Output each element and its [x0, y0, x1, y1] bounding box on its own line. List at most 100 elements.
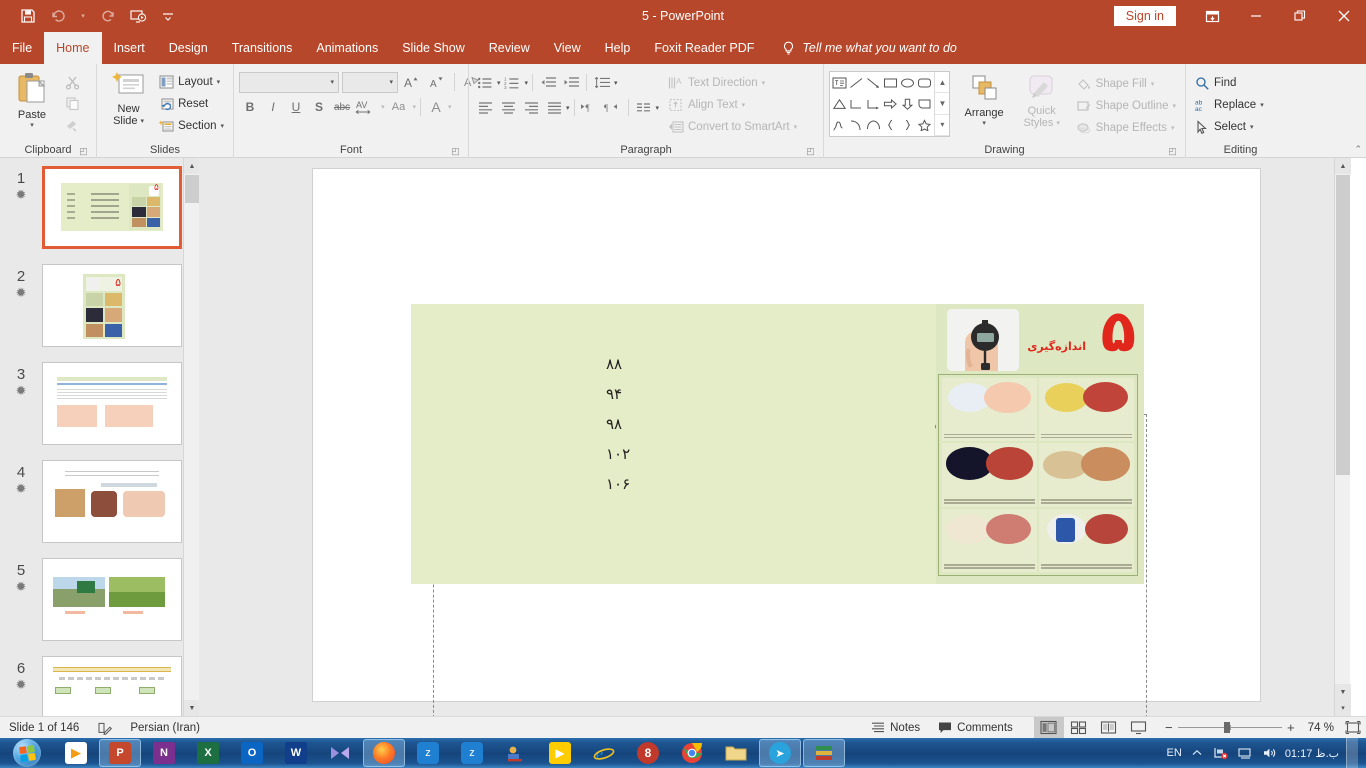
character-spacing-button[interactable]: AV: [354, 96, 380, 118]
action-center-icon[interactable]: [1237, 745, 1254, 762]
columns-button[interactable]: [633, 97, 655, 118]
minimize-button[interactable]: [1234, 0, 1278, 32]
shapes-scroll-down-icon[interactable]: ▼: [935, 93, 950, 115]
shape-elbow-connector-icon[interactable]: [848, 94, 865, 115]
shape-arc-icon[interactable]: [865, 114, 882, 135]
italic-button[interactable]: I: [262, 96, 284, 118]
shape-fill-dropdown-icon[interactable]: ▾: [1151, 80, 1155, 88]
slide-content-image[interactable]: طول و سطح ۸۸ حجم و جرم ۹۴ مساحت دایره ۹۸: [411, 302, 1144, 584]
taskbar-nist[interactable]: [495, 739, 537, 767]
align-left-button[interactable]: [474, 97, 496, 118]
tab-transitions[interactable]: Transitions: [220, 32, 305, 64]
tab-home[interactable]: Home: [44, 32, 102, 64]
notes-button[interactable]: Notes: [862, 717, 929, 739]
bullets-dropdown-icon[interactable]: ▾: [497, 79, 501, 87]
tab-slide-show[interactable]: Slide Show: [390, 32, 477, 64]
cut-icon[interactable]: [59, 72, 85, 92]
quick-styles-dropdown-icon[interactable]: ▾: [1056, 119, 1060, 127]
taskbar-movie-maker[interactable]: [319, 739, 361, 767]
paste-button[interactable]: Paste ▾: [5, 69, 59, 131]
paragraph-dialog-launcher[interactable]: ◰: [805, 146, 816, 157]
reset-button[interactable]: Reset: [155, 93, 228, 115]
decrease-indent-button[interactable]: [537, 72, 559, 93]
customize-qat-icon[interactable]: [154, 3, 182, 29]
save-icon[interactable]: [14, 3, 42, 29]
bold-button[interactable]: B: [239, 96, 261, 118]
animation-star-icon[interactable]: ✹: [16, 580, 27, 593]
show-hidden-icons-icon[interactable]: [1189, 745, 1206, 762]
shapes-gallery-scrollbar[interactable]: ▲ ▼ ▾: [934, 72, 950, 136]
shape-effects-button[interactable]: Shape Effects ▾: [1072, 117, 1180, 139]
convert-to-smartart-button[interactable]: Convert to SmartArt ▾: [664, 116, 801, 138]
format-painter-icon[interactable]: [59, 114, 85, 134]
numbering-dropdown-icon[interactable]: ▾: [525, 79, 529, 87]
taskbar-powerpoint[interactable]: P: [99, 739, 141, 767]
quick-styles-button[interactable]: Quick Styles ▾: [1018, 71, 1066, 131]
taskbar-potplayer[interactable]: ▶: [539, 739, 581, 767]
thumbnail-item-4[interactable]: 4 ✹: [0, 460, 199, 543]
line-spacing-dropdown-icon[interactable]: ▾: [614, 79, 618, 87]
current-slide[interactable]: طول و سطح ۸۸ حجم و جرم ۹۴ مساحت دایره ۹۸: [312, 168, 1261, 738]
paste-dropdown-icon[interactable]: ▾: [30, 121, 34, 129]
taskbar-word[interactable]: W: [275, 739, 317, 767]
shape-rounded-rectangle-icon[interactable]: [916, 73, 933, 94]
replace-button[interactable]: ab ac Replace ▾: [1191, 94, 1268, 116]
shapes-scroll-up-icon[interactable]: ▲: [935, 72, 950, 94]
text-shadow-button[interactable]: S: [308, 96, 330, 118]
shape-star-icon[interactable]: [916, 114, 933, 135]
decrease-font-size-icon[interactable]: A: [426, 71, 448, 93]
change-case-button[interactable]: Aa: [386, 96, 412, 118]
increase-indent-button[interactable]: [560, 72, 582, 93]
zoom-in-button[interactable]: +: [1282, 720, 1300, 735]
language-indicator[interactable]: Persian (Iran): [121, 717, 209, 739]
bullets-button[interactable]: [474, 72, 496, 93]
taskbar-firefox[interactable]: [363, 739, 405, 767]
spell-check-icon[interactable]: [88, 717, 121, 739]
slide-scroll-thumb[interactable]: [1336, 175, 1350, 475]
font-color-button[interactable]: A: [425, 96, 447, 118]
reading-view-button[interactable]: [1094, 717, 1124, 739]
taskbar-media-player[interactable]: ▶: [55, 739, 97, 767]
align-center-button[interactable]: [497, 97, 519, 118]
start-button[interactable]: [0, 738, 54, 768]
tab-design[interactable]: Design: [157, 32, 220, 64]
tab-insert[interactable]: Insert: [102, 32, 157, 64]
language-tray-indicator[interactable]: EN: [1167, 747, 1182, 759]
ribbon-display-options-icon[interactable]: [1190, 0, 1234, 32]
zoom-slider-thumb[interactable]: [1223, 722, 1230, 733]
text-direction-dropdown-icon[interactable]: ▾: [762, 79, 766, 87]
arrange-dropdown-icon[interactable]: ▾: [982, 119, 986, 127]
align-text-dropdown-icon[interactable]: ▾: [742, 101, 746, 109]
font-name-combo[interactable]: ▾: [239, 71, 339, 93]
taskbar-folder[interactable]: [715, 739, 757, 767]
arrange-button[interactable]: Arrange ▾: [956, 71, 1011, 129]
animation-star-icon[interactable]: ✹: [16, 678, 27, 691]
select-dropdown-icon[interactable]: ▾: [1250, 123, 1254, 131]
shapes-gallery[interactable]: ▲ ▼ ▾: [829, 71, 951, 137]
thumbnail-pane-scrollbar[interactable]: ▲ ▼: [183, 158, 199, 716]
start-presentation-icon[interactable]: [124, 3, 152, 29]
font-color-dropdown-icon[interactable]: ▾: [448, 103, 452, 111]
show-desktop-button[interactable]: [1346, 738, 1358, 768]
taskbar-telegram[interactable]: ➤: [759, 739, 801, 767]
slide-show-button[interactable]: [1124, 717, 1154, 739]
restore-button[interactable]: [1278, 0, 1322, 32]
zoom-level[interactable]: 74 %: [1306, 717, 1340, 739]
ltr-text-direction-button[interactable]: ¶: [579, 97, 601, 118]
thumbnail-image-1[interactable]: ۵: [42, 166, 182, 249]
shape-right-brace-icon[interactable]: [899, 114, 916, 135]
redo-icon[interactable]: [94, 3, 122, 29]
thumbnail-item-5[interactable]: 5 ✹: [0, 558, 199, 641]
font-size-chevron-down-icon[interactable]: ▾: [389, 78, 393, 86]
thumbnail-image-6[interactable]: [42, 656, 182, 716]
thumbnail-scroll-up-icon[interactable]: ▲: [184, 158, 199, 174]
taskbar-chrome[interactable]: [671, 739, 713, 767]
collapse-ribbon-icon[interactable]: ⌃: [1354, 144, 1362, 155]
shape-effects-dropdown-icon[interactable]: ▾: [1171, 124, 1175, 132]
rtl-text-direction-button[interactable]: ¶: [602, 97, 624, 118]
new-slide-button[interactable]: New Slide ▾: [102, 69, 155, 129]
align-text-button[interactable]: Align Text ▾: [664, 94, 801, 116]
underline-button[interactable]: U: [285, 96, 307, 118]
columns-list-dropdown-icon[interactable]: ▾: [656, 104, 660, 112]
zoom-track[interactable]: [1177, 722, 1282, 733]
